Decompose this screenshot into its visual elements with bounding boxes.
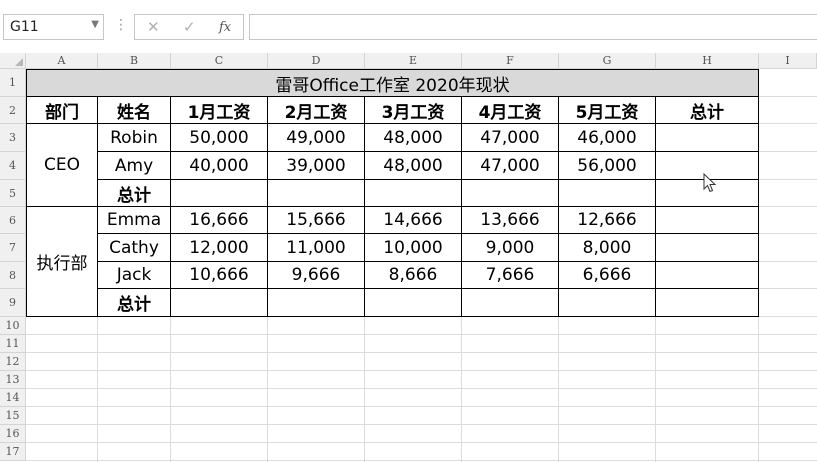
total-cell[interactable]	[656, 262, 759, 289]
more-options-icon[interactable]: ⋮	[114, 17, 128, 33]
header-cell[interactable]: 部门	[26, 97, 98, 124]
value-cell[interactable]: 47,000	[462, 152, 559, 180]
name-cell[interactable]: Cathy	[98, 234, 171, 262]
column-header-g[interactable]: G	[559, 53, 656, 69]
value-cell[interactable]: 11,000	[268, 234, 365, 262]
value-cell[interactable]: 40,000	[171, 152, 268, 180]
subtotal-cell[interactable]	[559, 289, 656, 317]
column-header-a[interactable]: A	[26, 53, 98, 69]
header-cell[interactable]: 5月工资	[559, 97, 656, 124]
select-all-corner[interactable]	[0, 53, 26, 69]
value-cell[interactable]: 9,000	[462, 234, 559, 262]
value-cell[interactable]: 8,666	[365, 262, 462, 289]
header-cell[interactable]: 2月工资	[268, 97, 365, 124]
value-cell[interactable]: 16,666	[171, 207, 268, 234]
name-box-value: G11	[10, 19, 39, 35]
subtotal-cell[interactable]	[171, 289, 268, 317]
row-header-10[interactable]: 10	[0, 317, 26, 335]
subtotal-cell[interactable]	[462, 289, 559, 317]
column-header-b[interactable]: B	[98, 53, 171, 69]
row-header-5[interactable]: 5	[0, 180, 26, 207]
column-header-i[interactable]: I	[759, 53, 817, 69]
subtotal-cell[interactable]	[171, 180, 268, 207]
name-box[interactable]: G11 ▼	[3, 14, 104, 40]
value-cell[interactable]: 15,666	[268, 207, 365, 234]
value-cell[interactable]: 12,666	[559, 207, 656, 234]
check-icon[interactable]: ✓	[183, 18, 196, 36]
formula-input[interactable]	[249, 14, 817, 40]
row-header-15[interactable]: 15	[0, 407, 26, 425]
column-header-e[interactable]: E	[365, 53, 462, 69]
row-header-13[interactable]: 13	[0, 371, 26, 389]
value-cell[interactable]: 10,000	[365, 234, 462, 262]
name-cell[interactable]: Robin	[98, 124, 171, 152]
subtotal-cell[interactable]	[559, 180, 656, 207]
subtotal-cell[interactable]	[656, 289, 759, 317]
header-cell[interactable]: 1月工资	[171, 97, 268, 124]
value-cell[interactable]: 48,000	[365, 124, 462, 152]
subtotal-cell[interactable]	[365, 180, 462, 207]
total-cell[interactable]	[656, 207, 759, 234]
header-cell[interactable]: 4月工资	[462, 97, 559, 124]
total-cell[interactable]	[656, 124, 759, 152]
header-cell[interactable]: 总计	[656, 97, 759, 124]
row-header-12[interactable]: 12	[0, 353, 26, 371]
row-header-7[interactable]: 7	[0, 234, 26, 262]
dept-cell[interactable]: 执行部	[26, 207, 98, 317]
value-cell[interactable]: 47,000	[462, 124, 559, 152]
row-header-16[interactable]: 16	[0, 425, 26, 443]
subtotal-cell[interactable]	[365, 289, 462, 317]
title-cell[interactable]: 雷哥Office工作室 2020年现状	[26, 69, 759, 97]
header-cell[interactable]: 3月工资	[365, 97, 462, 124]
row-header-2[interactable]: 2	[0, 97, 26, 124]
header-cell[interactable]: 姓名	[98, 97, 171, 124]
column-header-f[interactable]: F	[462, 53, 559, 69]
function-icon[interactable]: fx	[219, 20, 231, 35]
name-cell[interactable]: Jack	[98, 262, 171, 289]
value-cell[interactable]: 48,000	[365, 152, 462, 180]
column-header-h[interactable]: H	[656, 53, 759, 69]
value-cell[interactable]: 8,000	[559, 234, 656, 262]
subtotal-cell[interactable]	[462, 180, 559, 207]
value-cell[interactable]: 9,666	[268, 262, 365, 289]
row-header-8[interactable]: 8	[0, 262, 26, 289]
value-cell[interactable]: 56,000	[559, 152, 656, 180]
column-header-c[interactable]: C	[171, 53, 268, 69]
value-cell[interactable]: 12,000	[171, 234, 268, 262]
row-header-11[interactable]: 11	[0, 335, 26, 353]
cancel-icon[interactable]: ✕	[147, 18, 160, 36]
row-header-3[interactable]: 3	[0, 124, 26, 152]
total-cell[interactable]	[656, 234, 759, 262]
name-cell[interactable]: Amy	[98, 152, 171, 180]
mouse-cursor-icon	[703, 173, 717, 193]
row-header-1[interactable]: 1	[0, 69, 26, 97]
value-cell[interactable]: 13,666	[462, 207, 559, 234]
chevron-down-icon[interactable]: ▼	[91, 19, 99, 30]
subtotal-cell[interactable]	[268, 289, 365, 317]
value-cell[interactable]: 10,666	[171, 262, 268, 289]
name-cell[interactable]: Emma	[98, 207, 171, 234]
column-header-d[interactable]: D	[268, 53, 365, 69]
row-header-4[interactable]: 4	[0, 152, 26, 180]
row-header-17[interactable]: 17	[0, 443, 26, 461]
row-header-6[interactable]: 6	[0, 207, 26, 234]
formula-bar: G11 ▼ ⋮ ✕ ✓ fx	[0, 0, 817, 53]
value-cell[interactable]: 14,666	[365, 207, 462, 234]
row-header-14[interactable]: 14	[0, 389, 26, 407]
value-cell[interactable]: 39,000	[268, 152, 365, 180]
row-header-9[interactable]: 9	[0, 289, 26, 317]
subtotal-label[interactable]: 总计	[98, 289, 171, 317]
dept-cell[interactable]: CEO	[26, 124, 98, 207]
formula-buttons: ✕ ✓ fx	[134, 14, 244, 40]
subtotal-label[interactable]: 总计	[98, 180, 171, 207]
value-cell[interactable]: 49,000	[268, 124, 365, 152]
value-cell[interactable]: 50,000	[171, 124, 268, 152]
value-cell[interactable]: 6,666	[559, 262, 656, 289]
value-cell[interactable]: 46,000	[559, 124, 656, 152]
subtotal-cell[interactable]	[268, 180, 365, 207]
value-cell[interactable]: 7,666	[462, 262, 559, 289]
